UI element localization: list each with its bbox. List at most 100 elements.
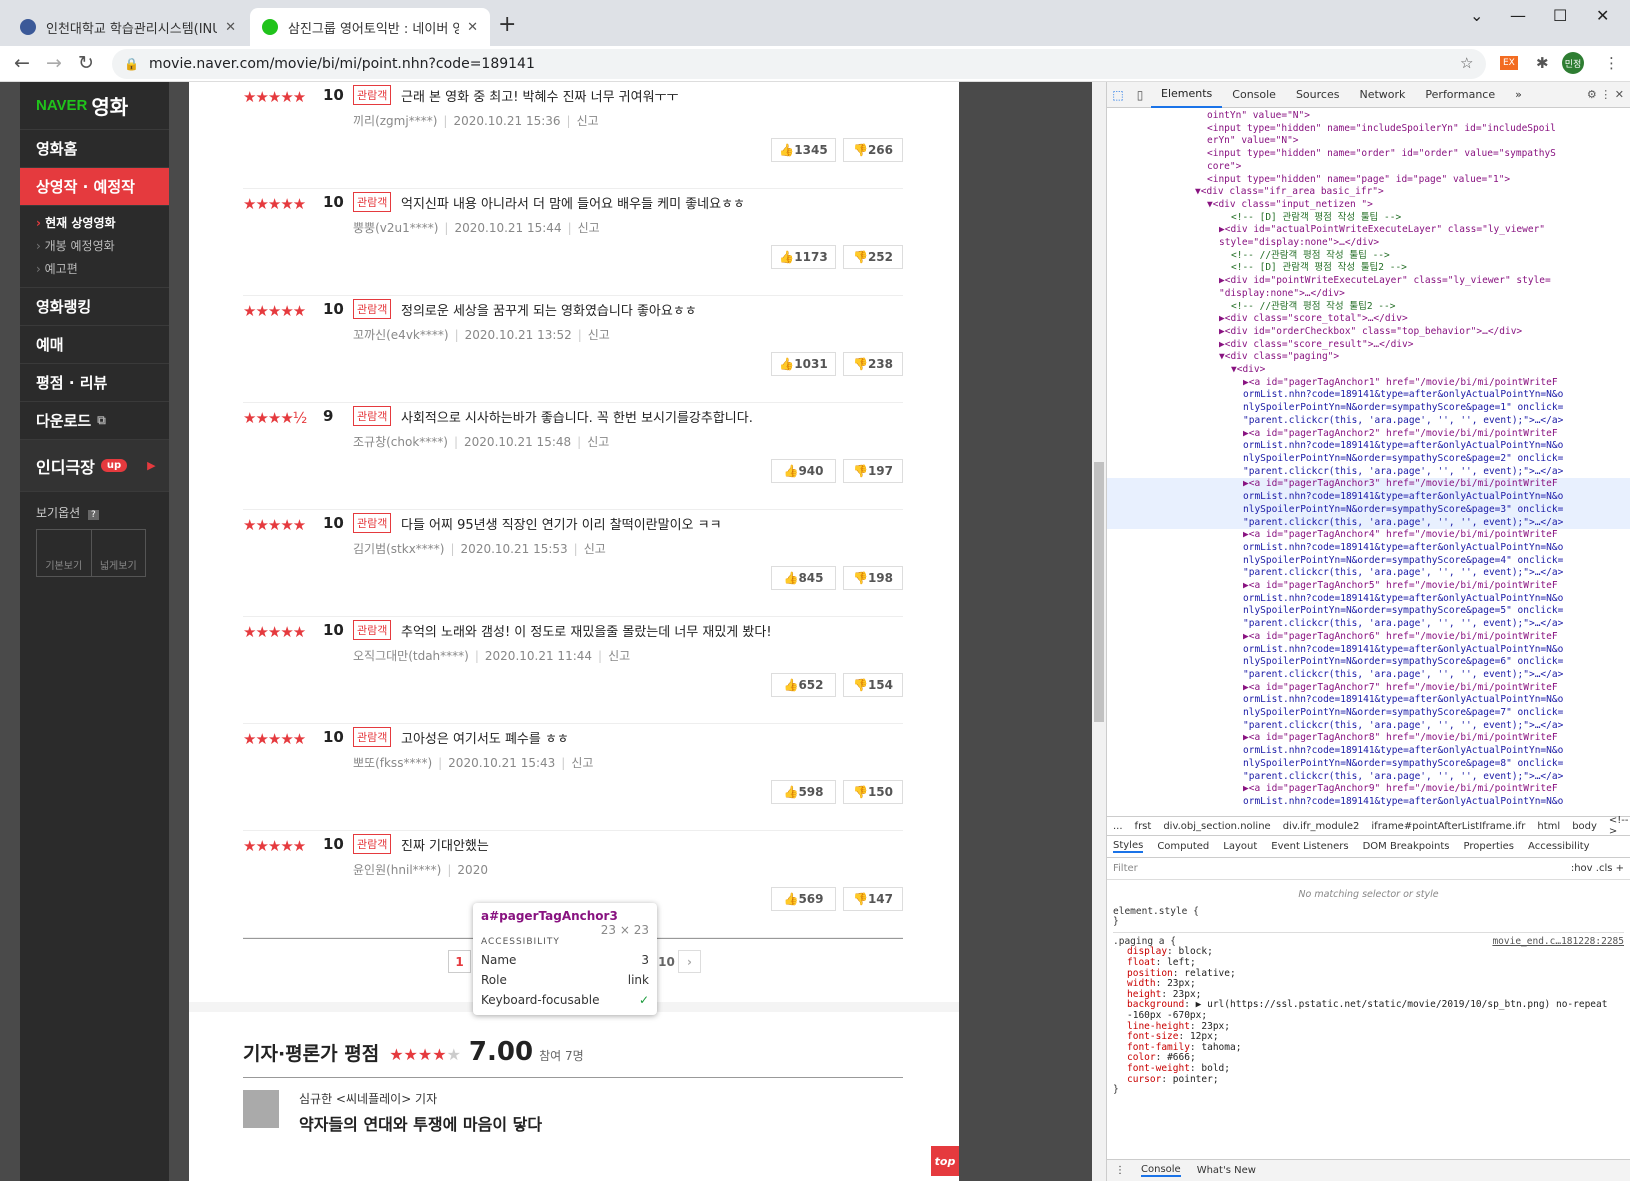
close-tab-icon[interactable]: ✕ [467,20,478,35]
element-style-rule[interactable]: element.style { [1113,906,1624,918]
like-button[interactable]: 👍 1345 [771,138,836,162]
review-user[interactable]: 윤인원(hnil****) [353,863,441,877]
dom-node-line[interactable]: ▶<a id="pagerTagAnchor1" href="/movie/bi… [1107,377,1630,390]
tab-inu-lms[interactable]: 인천대학교 학습관리시스템(INU ✕ [8,8,248,46]
dom-node-line[interactable]: core"> [1107,161,1630,174]
dom-node-line[interactable]: ▶<div class="score_total">…</div> [1107,313,1630,326]
report-link[interactable]: 신고 [608,649,630,663]
back-icon[interactable]: ← [14,52,30,74]
report-link[interactable]: 신고 [587,435,609,449]
dom-node-line[interactable]: "parent.clickcr(this, 'ara.page', '', ''… [1107,771,1630,784]
dom-node-line[interactable]: nlySpoilerPointYn=N&order=sympathyScore&… [1107,707,1630,720]
report-link[interactable]: 신고 [578,221,600,235]
basic-view-button[interactable]: 기본보기 [37,530,92,576]
dom-node-line[interactable]: "parent.clickcr(this, 'ara.page', '', ''… [1107,415,1630,428]
report-link[interactable]: 신고 [584,542,606,556]
dislike-button[interactable]: 👎 266 [843,138,903,162]
dom-node-line[interactable]: ▶<a id="pagerTagAnchor5" href="/movie/bi… [1107,580,1630,593]
drawer-menu-icon[interactable]: ⋮ [1115,1165,1125,1176]
like-button[interactable]: 👍 598 [771,780,836,804]
tab-performance[interactable]: Performance [1415,82,1505,108]
tab-network[interactable]: Network [1349,82,1415,108]
maximize-icon[interactable]: ☐ [1553,6,1567,25]
dom-node-line[interactable]: nlySpoilerPointYn=N&order=sympathyScore&… [1107,503,1630,517]
breadcrumb-item[interactable]: div.obj_section.noline [1163,821,1270,832]
tab-naver-movie[interactable]: 삼진그룹 영어토익반 : 네이버 영 ✕ [250,8,490,46]
avatar[interactable]: 민정 [1562,52,1584,74]
dom-node-line[interactable]: ▶<a id="pagerTagAnchor2" href="/movie/bi… [1107,428,1630,441]
dom-node-line[interactable]: ormList.nhn?code=189141&type=after&onlyA… [1107,389,1630,402]
minimize-icon[interactable]: — [1510,6,1526,25]
like-button[interactable]: 👍 652 [771,673,836,697]
drawer-tab-console[interactable]: Console [1141,1164,1181,1177]
dom-node-line[interactable]: ormList.nhn?code=189141&type=after&onlyA… [1107,593,1630,606]
new-tab-button[interactable]: + [498,12,516,37]
review-user[interactable]: 꼬까신(e4vk****) [353,328,449,342]
dom-node-line[interactable]: "parent.clickcr(this, 'ara.page', '', ''… [1107,720,1630,733]
dom-node-line[interactable]: ormList.nhn?code=189141&type=after&onlyA… [1107,745,1630,758]
review-user[interactable]: 끼리(zgmj****) [353,114,437,128]
dom-node-line[interactable]: ormList.nhn?code=189141&type=after&onlyA… [1107,542,1630,555]
dom-node-line[interactable]: ointYn" value="N"> [1107,110,1630,123]
critic-quote[interactable]: 약자들의 연대와 투쟁에 마음이 닿다 [299,1111,542,1135]
submenu-trailers[interactable]: 예고편 [36,258,169,281]
extension-icon[interactable]: EX [1500,56,1518,70]
report-link[interactable]: 신고 [577,114,599,128]
like-button[interactable]: 👍 569 [771,887,836,911]
forward-icon[interactable]: → [46,52,62,74]
breadcrumb-item[interactable]: div.ifr_module2 [1283,821,1360,832]
dom-node-line[interactable]: <!-- [D] 관람객 평점 작성 툴팁2 --> [1107,262,1630,275]
puzzle-icon[interactable]: ✱ [1536,54,1549,72]
reload-icon[interactable]: ↻ [78,52,94,74]
more-tabs-icon[interactable]: » [1505,82,1532,108]
dom-node-line[interactable]: <input type="hidden" name="includeSpoile… [1107,123,1630,136]
dom-node-line[interactable]: nlySpoilerPointYn=N&order=sympathyScore&… [1107,555,1630,568]
dom-node-line[interactable]: ▼<div class="paging"> [1107,351,1630,364]
review-user[interactable]: 오직그대만(tdah****) [353,649,469,663]
tab-sources[interactable]: Sources [1286,82,1350,108]
styles-subtab[interactable]: Properties [1463,841,1514,852]
drawer-tab-whats-new[interactable]: What's New [1197,1165,1256,1176]
tab-console[interactable]: Console [1222,82,1286,108]
top-button[interactable]: top [931,1146,959,1176]
menu-reservation[interactable]: 예매 [20,326,169,364]
menu-movie-home[interactable]: 영화홈 [20,130,169,168]
dom-node-line[interactable]: "parent.clickcr(this, 'ara.page', '', ''… [1107,466,1630,479]
dom-node-line[interactable]: ormList.nhn?code=189141&type=after&onlyA… [1107,796,1630,808]
filter-input[interactable]: Filter [1113,863,1138,874]
review-user[interactable]: 뿡뿡(v2u1****) [353,221,438,235]
dom-node-line[interactable]: style="display:none">…</div> [1107,237,1630,250]
like-button[interactable]: 👍 845 [771,566,836,590]
inspect-icon[interactable]: ⬚ [1107,88,1129,102]
breadcrumb-item[interactable]: ... [1113,821,1123,832]
dom-node-line[interactable]: nlySpoilerPointYn=N&order=sympathyScore&… [1107,605,1630,618]
dom-node-line[interactable]: <input type="hidden" name="order" id="or… [1107,148,1630,161]
dom-node-line[interactable]: nlySpoilerPointYn=N&order=sympathyScore&… [1107,656,1630,669]
styles-subtab[interactable]: Event Listeners [1271,841,1348,852]
dom-node-line[interactable]: "parent.clickcr(this, 'ara.page', '', ''… [1107,516,1630,530]
menu-now-showing[interactable]: 상영작 · 예정작 [20,168,169,206]
dom-node-line[interactable]: ▶<a id="pagerTagAnchor6" href="/movie/bi… [1107,631,1630,644]
dislike-button[interactable]: 👎 150 [843,780,903,804]
dom-node-line[interactable]: "parent.clickcr(this, 'ara.page', '', ''… [1107,567,1630,580]
menu-reviews[interactable]: 평점 · 리뷰 [20,364,169,402]
dom-node-line[interactable]: ▶<a id="pagerTagAnchor8" href="/movie/bi… [1107,732,1630,745]
breadcrumb-item[interactable]: html [1537,821,1560,832]
dom-node-line[interactable]: ormList.nhn?code=189141&type=after&onlyA… [1107,644,1630,657]
tab-elements[interactable]: Elements [1151,82,1223,108]
review-user[interactable]: 김기범(stkx****) [353,542,445,556]
breadcrumb-item[interactable]: frst [1135,821,1152,832]
submenu-upcoming[interactable]: 개봉 예정영화 [36,235,169,258]
dislike-button[interactable]: 👎 197 [843,459,903,483]
submenu-current[interactable]: 현재 상영영화 [36,212,169,235]
like-button[interactable]: 👍 1031 [771,352,836,376]
dom-node-line[interactable]: ▶<div class="score_result">…</div> [1107,339,1630,352]
styles-subtab[interactable]: DOM Breakpoints [1363,841,1450,852]
dom-tree[interactable]: ointYn" value="N"> <input type="hidden" n… [1107,108,1630,808]
review-user[interactable]: 뽀또(fkss****) [353,756,432,770]
dom-node-line[interactable]: <input type="hidden" name="page" id="pag… [1107,174,1630,187]
dom-node-line[interactable]: nlySpoilerPointYn=N&order=sympathyScore&… [1107,453,1630,466]
dom-node-line[interactable]: ormList.nhn?code=189141&type=after&onlyA… [1107,440,1630,453]
dom-node-line[interactable]: erYn" value="N"> [1107,135,1630,148]
dom-node-line[interactable]: ▶<a id="pagerTagAnchor4" href="/movie/bi… [1107,529,1630,542]
